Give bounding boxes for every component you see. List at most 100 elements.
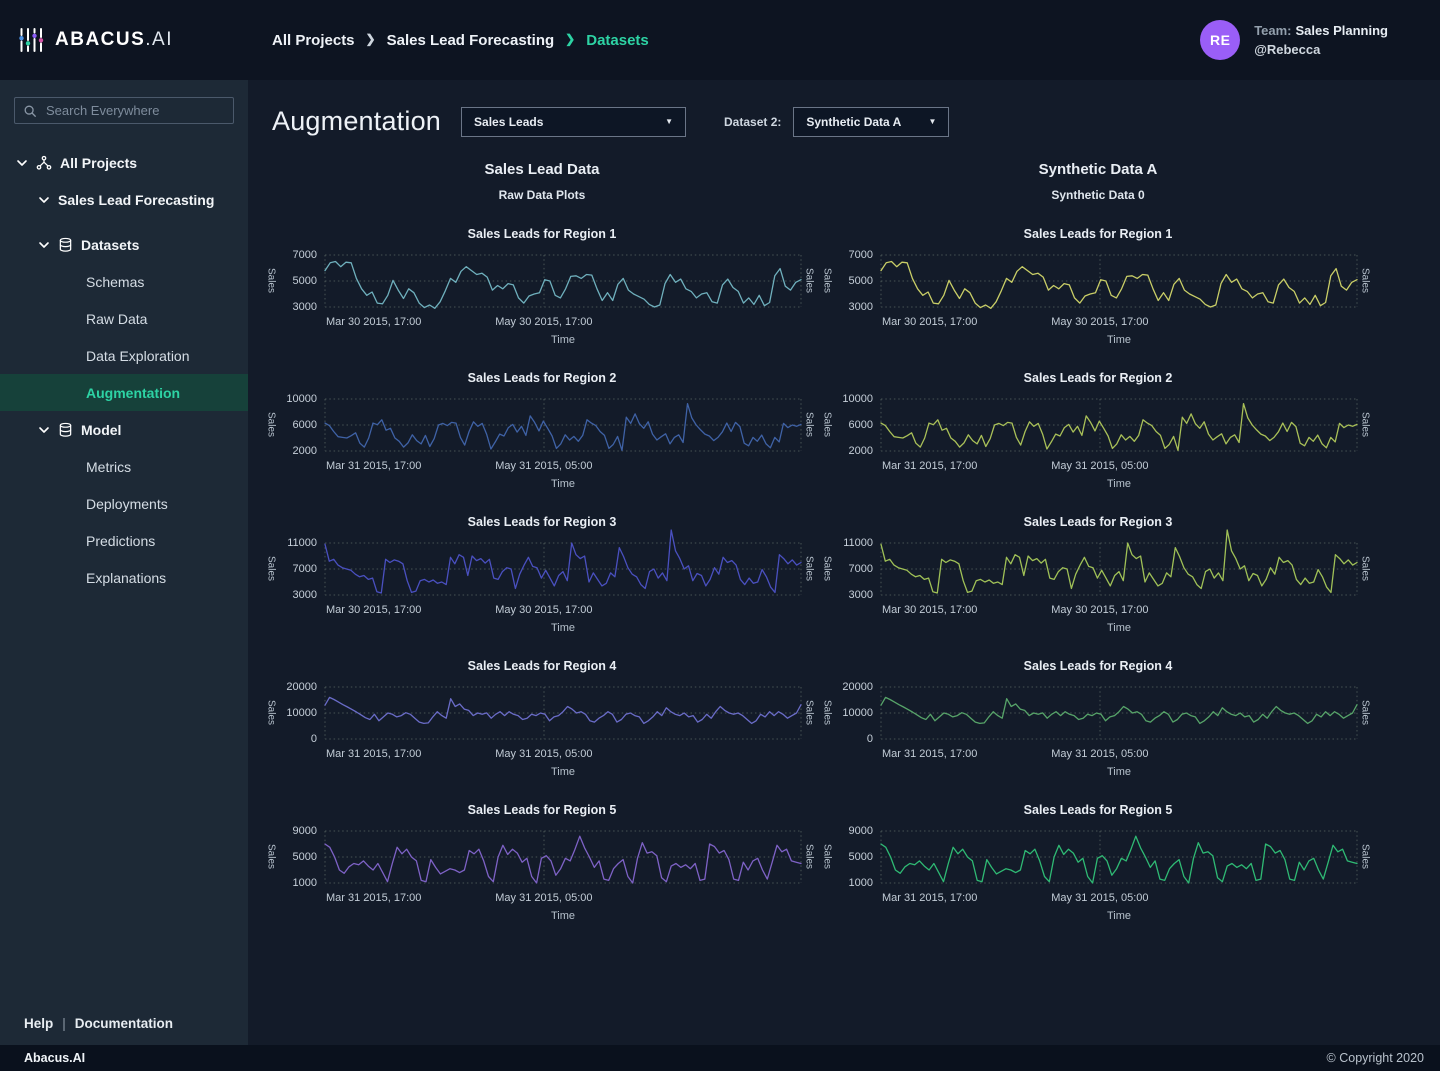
y-axis-label-right: Sales [1358, 250, 1372, 312]
x-axis-ticks: Mar 31 2015, 17:00May 31 2015, 05:00 [324, 892, 802, 906]
y-axis-label: Sales [264, 250, 278, 312]
chart-title: Sales Leads for Region 1 [820, 227, 1376, 241]
chart-column-synthetic-data-a: Synthetic Data ASynthetic Data 0Sales Le… [820, 161, 1376, 922]
abacus-logo-icon [18, 26, 45, 54]
dropdown-caret-icon: ▼ [665, 117, 673, 126]
x-tick-start: Mar 31 2015, 17:00 [326, 748, 421, 760]
y-tick-label: 7000 [849, 563, 873, 575]
y-axis-ticks: 20000100000 [278, 682, 324, 744]
chart-title: Sales Leads for Region 1 [264, 227, 820, 241]
x-tick-start: Mar 31 2015, 17:00 [882, 892, 977, 904]
sidebar-item-explanations[interactable]: Explanations [0, 559, 248, 596]
chevron-down-icon [38, 194, 50, 206]
sidebar-item-all-projects[interactable]: All Projects [0, 144, 248, 181]
y-axis-label: Sales [264, 682, 278, 744]
x-axis-ticks: Mar 31 2015, 17:00May 31 2015, 05:00 [880, 892, 1358, 906]
chart-title: Sales Leads for Region 5 [820, 803, 1376, 817]
avatar[interactable]: RE [1200, 20, 1240, 60]
logo[interactable]: ABACUS.AI [0, 26, 248, 54]
y-axis-label-right: Sales [1358, 538, 1372, 600]
top-bar: ABACUS.AI All Projects ❯ Sales Lead Fore… [0, 0, 1440, 80]
x-axis-ticks: Mar 30 2015, 17:00 May 30 2015, 17:00 [324, 316, 802, 330]
search-box[interactable] [14, 97, 234, 124]
x-tick-start: Mar 30 2015, 17:00 [326, 316, 421, 328]
sidebar-item-label: Model [81, 422, 121, 438]
dropdown-caret-icon: ▼ [928, 117, 936, 126]
y-axis-ticks: 700050003000 [834, 250, 880, 312]
sidebar-item-datasets[interactable]: Datasets [0, 226, 248, 263]
y-axis-ticks: 1100070003000 [834, 538, 880, 600]
x-tick-start: Mar 31 2015, 17:00 [882, 748, 977, 760]
sidebar-item-raw-data[interactable]: Raw Data [0, 300, 248, 337]
dataset2-select[interactable]: Synthetic Data A ▼ [793, 107, 949, 137]
sidebar-item-data-exploration[interactable]: Data Exploration [0, 337, 248, 374]
chevron-right-icon: ❯ [366, 32, 376, 46]
y-axis-label-right: Sales [802, 826, 816, 888]
y-tick-label: 5000 [849, 275, 873, 287]
team-info: Team:Sales Planning @Rebecca [1254, 21, 1388, 59]
charts-area: Sales Lead DataRaw Data PlotsSales Leads… [264, 161, 1440, 922]
breadcrumb-project[interactable]: Sales Lead Forecasting [387, 32, 555, 49]
x-tick-start: Mar 30 2015, 17:00 [326, 604, 421, 616]
dataset2-value: Synthetic Data A [806, 115, 901, 129]
line-chart: Sales Leads for Region 5Sales90005000100… [820, 803, 1376, 922]
y-tick-label: 1000 [849, 877, 873, 889]
chart-title: Sales Leads for Region 2 [820, 371, 1376, 385]
x-tick-mid: May 30 2015, 17:00 [495, 316, 592, 328]
y-axis-ticks: 700050003000 [278, 250, 324, 312]
line-chart: Sales Leads for Region 1Sales70005000300… [820, 227, 1376, 346]
y-tick-label: 0 [311, 733, 317, 745]
breadcrumb: All Projects ❯ Sales Lead Forecasting ❯ … [272, 32, 649, 49]
x-axis-title: Time [880, 910, 1358, 922]
y-tick-label: 20000 [842, 681, 873, 693]
sidebar-item-augmentation[interactable]: Augmentation [0, 374, 248, 411]
sidebar-item-label: Predictions [86, 533, 155, 549]
team-name: Sales Planning [1296, 23, 1388, 38]
y-axis-ticks: 20000100000 [834, 682, 880, 744]
y-tick-label: 1000 [293, 877, 317, 889]
y-tick-label: 10000 [286, 393, 317, 405]
main-content: Augmentation Sales Leads ▼ Dataset 2: Sy… [248, 80, 1440, 1045]
y-tick-label: 2000 [293, 445, 317, 457]
y-axis-label: Sales [820, 250, 834, 312]
chart-title: Sales Leads for Region 4 [264, 659, 820, 673]
title-row: Augmentation Sales Leads ▼ Dataset 2: Sy… [272, 106, 1440, 137]
dataset2-label: Dataset 2: [724, 115, 781, 129]
x-axis-title: Time [880, 766, 1358, 778]
sidebar-item-metrics[interactable]: Metrics [0, 448, 248, 485]
x-axis-title: Time [324, 478, 802, 490]
chart-title: Sales Leads for Region 3 [264, 515, 820, 529]
x-tick-start: Mar 31 2015, 17:00 [326, 892, 421, 904]
sidebar-item-sales-lead-forecasting[interactable]: Sales Lead Forecasting [0, 181, 248, 218]
y-axis-label: Sales [820, 538, 834, 600]
x-axis-title: Time [324, 766, 802, 778]
y-axis-label: Sales [264, 826, 278, 888]
breadcrumb-datasets[interactable]: Datasets [586, 32, 649, 49]
line-chart: Sales Leads for Region 3Sales11000700030… [820, 515, 1376, 634]
x-axis-title: Time [324, 910, 802, 922]
y-tick-label: 9000 [849, 825, 873, 837]
x-axis-ticks: Mar 30 2015, 17:00May 30 2015, 17:00 [324, 604, 802, 618]
sidebar-item-predictions[interactable]: Predictions [0, 522, 248, 559]
chevron-down-icon [38, 239, 50, 251]
y-tick-label: 7000 [849, 249, 873, 261]
sidebar-nav: All ProjectsSales Lead Forecasting Datase… [0, 144, 248, 596]
sidebar-item-deployments[interactable]: Deployments [0, 485, 248, 522]
search-input[interactable] [44, 102, 225, 119]
help-link[interactable]: Help [24, 1016, 53, 1031]
y-axis-label-right: Sales [1358, 826, 1372, 888]
column-title: Sales Lead Data [264, 161, 820, 178]
y-axis-ticks: 1100070003000 [278, 538, 324, 600]
plot-area [880, 682, 1358, 744]
x-axis-title: Time [324, 622, 802, 634]
sidebar-item-label: Augmentation [86, 385, 180, 401]
chevron-down-icon [16, 157, 28, 169]
y-axis-label-right: Sales [802, 682, 816, 744]
documentation-link[interactable]: Documentation [75, 1016, 173, 1031]
sidebar-item-schemas[interactable]: Schemas [0, 263, 248, 300]
team-label: Team: [1254, 23, 1291, 38]
dataset1-select[interactable]: Sales Leads ▼ [461, 107, 686, 137]
breadcrumb-all-projects[interactable]: All Projects [272, 32, 355, 49]
x-axis-ticks: Mar 31 2015, 17:00May 31 2015, 05:00 [324, 460, 802, 474]
sidebar-item-model[interactable]: Model [0, 411, 248, 448]
